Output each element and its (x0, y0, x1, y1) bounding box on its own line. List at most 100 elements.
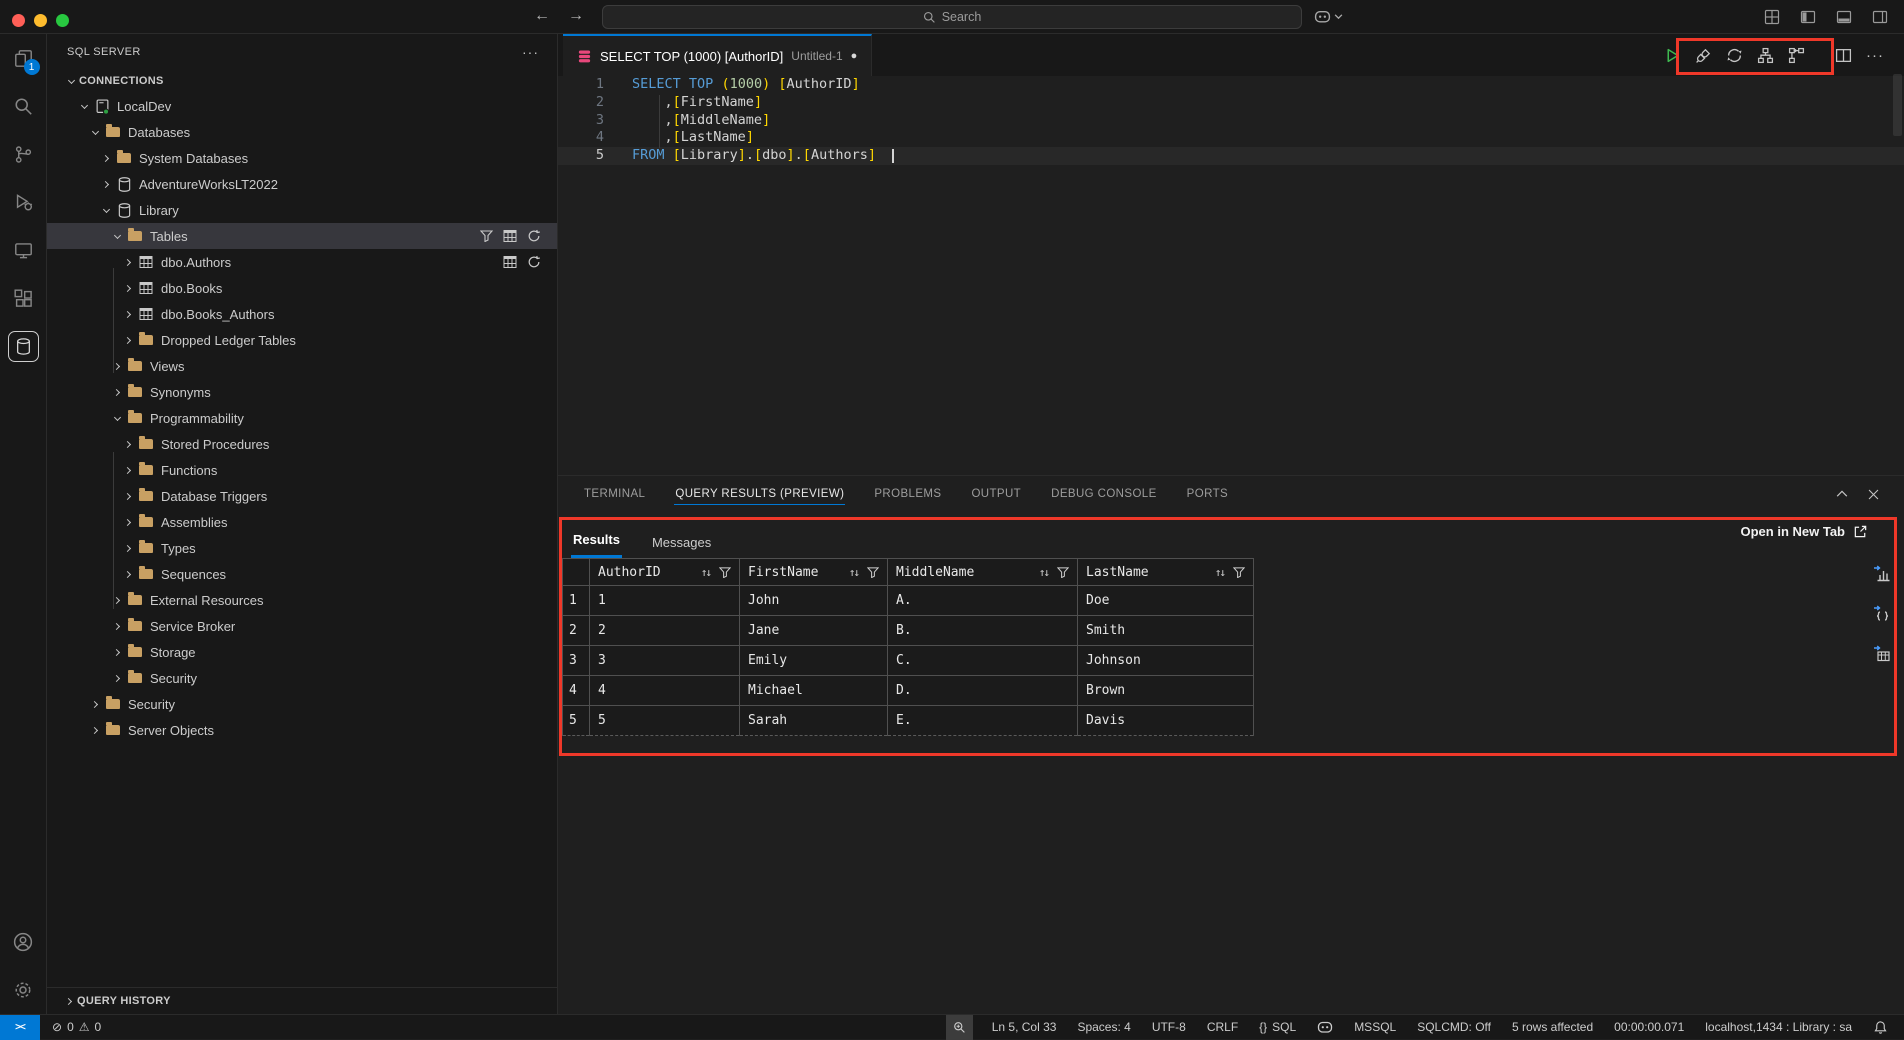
grid-cell[interactable]: 3 (590, 646, 740, 676)
source-control-icon[interactable] (0, 130, 47, 178)
search-view-icon[interactable] (0, 82, 47, 130)
grid-cell[interactable]: Michael (740, 676, 888, 706)
tab-output[interactable]: OUTPUT (970, 484, 1022, 504)
grid-cell[interactable]: A. (888, 586, 1078, 616)
split-editor-button[interactable] (1835, 47, 1852, 64)
filter-icon[interactable] (1057, 567, 1069, 578)
refresh-icon[interactable] (527, 229, 541, 243)
customize-layout-icon[interactable] (1764, 9, 1780, 25)
column-header-authorid[interactable]: AuthorID ↑↓ (590, 559, 740, 586)
open-in-new-tab-button[interactable]: Open in New Tab (1741, 524, 1869, 539)
query-history-section[interactable]: QUERY HISTORY (47, 987, 557, 1014)
sql-server-view-icon[interactable] (0, 322, 47, 370)
tree-item-synonyms[interactable]: Synonyms (47, 379, 557, 405)
tree-item-stored-procedures[interactable]: Stored Procedures (47, 431, 557, 457)
tree-item-databases[interactable]: Databases (47, 119, 557, 145)
tree-item-sequences[interactable]: Sequences (47, 561, 557, 587)
run-query-button[interactable] (1664, 47, 1681, 64)
close-panel-icon[interactable] (1867, 488, 1880, 501)
tree-item-dbo-authors[interactable]: dbo.Authors (47, 249, 557, 275)
zoom-status-item[interactable] (946, 1015, 973, 1040)
eol-status[interactable]: CRLF (1205, 1015, 1240, 1040)
filter-icon[interactable] (480, 230, 493, 242)
settings-gear-icon[interactable] (0, 966, 47, 1014)
grid-cell[interactable]: C. (888, 646, 1078, 676)
copilot-status[interactable] (1315, 1015, 1335, 1040)
row-number-cell[interactable]: 4 (563, 676, 590, 706)
grid-cell[interactable]: Emily (740, 646, 888, 676)
tab-query-results[interactable]: QUERY RESULTS (PREVIEW) (674, 484, 845, 505)
problems-status[interactable]: ⊘ 0 ⚠ 0 (50, 1015, 103, 1040)
back-button[interactable]: ← (534, 7, 550, 25)
extensions-icon[interactable] (0, 274, 47, 322)
row-number-cell[interactable]: 1 (563, 586, 590, 616)
column-header-middlename[interactable]: MiddleName ↑↓ (888, 559, 1078, 586)
encoding-status[interactable]: UTF-8 (1150, 1015, 1188, 1040)
tree-item-system-databases[interactable]: System Databases (47, 145, 557, 171)
save-as-excel-icon[interactable] (1873, 644, 1891, 662)
modified-dot-icon[interactable]: ● (851, 50, 858, 62)
grid-cell[interactable]: D. (888, 676, 1078, 706)
tree-item-assemblies[interactable]: Assemblies (47, 509, 557, 535)
tree-item-security-db[interactable]: Security (47, 665, 557, 691)
grid-cell[interactable]: Johnson (1078, 646, 1254, 676)
messages-tab[interactable]: Messages (650, 535, 713, 558)
save-as-json-icon[interactable] (1873, 604, 1891, 622)
results-tab[interactable]: Results (571, 532, 622, 558)
accounts-icon[interactable] (0, 918, 47, 966)
mssql-status[interactable]: MSSQL (1352, 1015, 1398, 1040)
remote-explorer-icon[interactable] (0, 226, 47, 274)
grid-cell[interactable]: Brown (1078, 676, 1254, 706)
estimated-plan-button[interactable] (1757, 47, 1774, 64)
toggle-panel-icon[interactable] (1836, 9, 1852, 25)
tree-item-dbo-books-authors[interactable]: dbo.Books_Authors (47, 301, 557, 327)
grid-cell[interactable]: Davis (1078, 706, 1254, 736)
tree-item-views[interactable]: Views (47, 353, 557, 379)
cursor-position-status[interactable]: Ln 5, Col 33 (990, 1015, 1059, 1040)
tree-item-security-server[interactable]: Security (47, 691, 557, 717)
forward-button[interactable]: → (568, 7, 584, 25)
sort-icon[interactable]: ↑↓ (849, 566, 858, 579)
tree-item-tables[interactable]: Tables (47, 223, 557, 249)
tree-item-programmability[interactable]: Programmability (47, 405, 557, 431)
grid-cell[interactable]: 5 (590, 706, 740, 736)
refresh-icon[interactable] (527, 255, 541, 269)
grid-cell[interactable]: E. (888, 706, 1078, 736)
tree-item-dbo-books[interactable]: dbo.Books (47, 275, 557, 301)
tab-debug-console[interactable]: DEBUG CONSOLE (1050, 484, 1158, 504)
grid-cell[interactable]: B. (888, 616, 1078, 646)
explorer-icon[interactable]: 1 (0, 34, 47, 82)
tab-problems[interactable]: PROBLEMS (873, 484, 942, 504)
grid-cell[interactable]: Doe (1078, 586, 1254, 616)
tree-item-storage[interactable]: Storage (47, 639, 557, 665)
tree-item-types[interactable]: Types (47, 535, 557, 561)
grid-cell[interactable]: Sarah (740, 706, 888, 736)
editor-tab[interactable]: SELECT TOP (1000) [AuthorID] Untitled-1 … (563, 34, 872, 76)
tree-item-adventureworks[interactable]: AdventureWorksLT2022 (47, 171, 557, 197)
save-as-csv-icon[interactable] (1873, 564, 1891, 582)
tree-item-dropped-ledger-tables[interactable]: Dropped Ledger Tables (47, 327, 557, 353)
row-number-cell[interactable]: 5 (563, 706, 590, 736)
column-header-firstname[interactable]: FirstName ↑↓ (740, 559, 888, 586)
grid-cell[interactable]: Jane (740, 616, 888, 646)
copilot-menu[interactable] (1314, 8, 1343, 25)
tab-ports[interactable]: PORTS (1186, 484, 1229, 504)
filter-icon[interactable] (719, 567, 731, 578)
column-header-lastname[interactable]: LastName ↑↓ (1078, 559, 1254, 586)
tab-terminal[interactable]: TERMINAL (583, 484, 646, 504)
language-mode-status[interactable]: {} SQL (1257, 1015, 1298, 1040)
sort-icon[interactable]: ↑↓ (1039, 566, 1048, 579)
notifications-bell-icon[interactable] (1871, 1015, 1890, 1040)
grid-cell[interactable]: Smith (1078, 616, 1254, 646)
row-number-cell[interactable]: 3 (563, 646, 590, 676)
close-window-button[interactable] (12, 14, 25, 27)
toggle-secondary-sidebar-icon[interactable] (1872, 9, 1888, 25)
filter-icon[interactable] (867, 567, 879, 578)
disconnect-button[interactable] (1695, 47, 1712, 64)
tree-item-functions[interactable]: Functions (47, 457, 557, 483)
change-connection-button[interactable] (1726, 47, 1743, 64)
tree-item-server-objects[interactable]: Server Objects (47, 717, 557, 743)
tree-section-connections[interactable]: CONNECTIONS (47, 69, 557, 93)
filter-icon[interactable] (1233, 567, 1245, 578)
code-editor[interactable]: 1 SELECT TOP (1000) [AuthorID] 2 ,[First… (558, 76, 1904, 475)
